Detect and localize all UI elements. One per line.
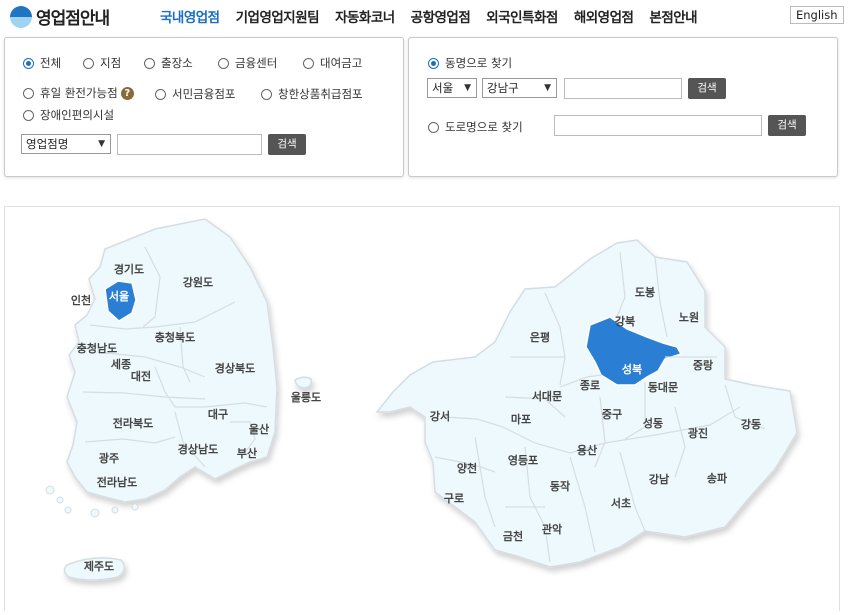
region-label-seoul_map-10[interactable]: 마포 bbox=[511, 412, 531, 426]
region-label-korea_map-4[interactable]: 충청북도 bbox=[155, 330, 195, 344]
region-label-seoul_map-21[interactable]: 동작 bbox=[550, 479, 570, 493]
region-label-seoul_map-8[interactable]: 서대문 bbox=[532, 389, 562, 403]
region-label-seoul_map-14[interactable]: 강동 bbox=[741, 417, 761, 431]
region-label-korea_map-3[interactable]: 서울 bbox=[109, 289, 129, 303]
radio-icon[interactable] bbox=[23, 87, 34, 99]
logo-text: 영업점안내 bbox=[36, 9, 110, 29]
branch-type-panel: 전체 지점 출장소 금융센터 대여금고 휴일 환전가능점 ? 서민금융점포 창한… bbox=[4, 37, 404, 177]
filter-microfinance[interactable]: 서민금융점포 bbox=[155, 86, 235, 102]
filter-holiday-exchange[interactable]: 휴일 환전가능점 ? bbox=[23, 85, 134, 101]
search-by-dong[interactable]: 동명으로 찾기 bbox=[428, 55, 512, 71]
city-select[interactable]: 서울 ▼ bbox=[427, 78, 477, 98]
dong-search-input[interactable] bbox=[564, 78, 682, 99]
ulleung-region[interactable] bbox=[294, 376, 313, 389]
region-label-seoul_map-9[interactable]: 강서 bbox=[430, 409, 450, 423]
logo[interactable]: 영업점안내 bbox=[10, 4, 110, 29]
branch-search-input[interactable] bbox=[117, 134, 262, 155]
region-label-seoul_map-19[interactable]: 강남 bbox=[649, 472, 669, 486]
filter-accessibility[interactable]: 장애인편의시설 bbox=[23, 107, 114, 123]
region-label-korea_map-10[interactable]: 대구 bbox=[208, 407, 228, 421]
map-area: 경기도강원도인천 서울충청북도충청남도세종 대전 경상북도울릉도대구전라북도 울산광주 경… bbox=[4, 206, 840, 611]
filter-branch[interactable]: 지점 bbox=[83, 55, 121, 71]
radio-icon[interactable] bbox=[155, 88, 166, 100]
address-search-panel: 동명으로 찾기 서울 ▼ 강남구 ▼ 검색 도로명으로 찾기 검색 bbox=[408, 37, 838, 177]
radio-icon[interactable] bbox=[428, 57, 439, 69]
dong-search-button[interactable]: 검색 bbox=[688, 78, 726, 99]
chevron-down-icon: ▼ bbox=[98, 139, 105, 149]
region-label-seoul_map-6[interactable]: 종로 bbox=[580, 379, 600, 392]
branch-name-select[interactable]: 영업점명 ▼ bbox=[21, 134, 111, 154]
region-label-seoul_map-0[interactable]: 도봉 bbox=[635, 286, 655, 299]
region-label-seoul_map-2[interactable]: 은평 bbox=[530, 330, 550, 344]
region-label-korea_map-5[interactable]: 충청남도 bbox=[77, 341, 117, 355]
region-label-korea_map-13[interactable]: 광주 bbox=[99, 452, 119, 465]
radio-icon[interactable] bbox=[83, 57, 94, 69]
radio-icon[interactable] bbox=[303, 57, 314, 69]
region-label-korea_map-2[interactable]: 인천 bbox=[71, 293, 91, 307]
region-label-korea_map-6[interactable]: 세종 bbox=[111, 357, 131, 371]
region-label-seoul_map-24[interactable]: 관악 bbox=[542, 522, 562, 536]
region-label-seoul_map-5[interactable]: 중랑 bbox=[693, 359, 713, 372]
header: 영업점안내 국내영업점 기업영업지원팀 자동화코너 공항영업점 외국인특화점 해… bbox=[0, 0, 866, 32]
region-label-seoul_map-12[interactable]: 성동 bbox=[643, 416, 663, 430]
region-label-seoul_map-18[interactable]: 송파 bbox=[707, 471, 728, 485]
search-by-road[interactable]: 도로명으로 찾기 bbox=[428, 119, 523, 135]
region-label-korea_map-15[interactable]: 부산 bbox=[237, 446, 257, 460]
region-label-korea_map-1[interactable]: 강원도 bbox=[183, 275, 213, 289]
region-label-seoul_map-22[interactable]: 서초 bbox=[611, 496, 631, 510]
radio-icon[interactable] bbox=[23, 57, 34, 69]
region-label-seoul_map-23[interactable]: 금천 bbox=[503, 529, 523, 543]
region-label-seoul_map-7[interactable]: 동대문 bbox=[648, 380, 678, 394]
region-label-korea_map-0[interactable]: 경기도 bbox=[114, 262, 144, 276]
radio-icon[interactable] bbox=[144, 57, 155, 69]
nav-atm[interactable]: 자동화코너 bbox=[335, 6, 395, 26]
region-label-korea_map-9[interactable]: 울릉도 bbox=[291, 391, 321, 404]
region-label-seoul_map-13[interactable]: 광진 bbox=[688, 426, 708, 440]
region-label-korea_map-12[interactable]: 울산 bbox=[249, 422, 269, 436]
region-label-seoul_map-4[interactable]: 성북 bbox=[622, 362, 642, 376]
road-search-input[interactable] bbox=[554, 115, 762, 136]
filter-safe-deposit[interactable]: 대여금고 bbox=[303, 55, 362, 71]
branch-search-button[interactable]: 검색 bbox=[268, 134, 306, 155]
region-label-korea_map-14[interactable]: 경상남도 bbox=[178, 442, 218, 456]
road-search-button[interactable]: 검색 bbox=[768, 115, 806, 136]
region-label-seoul_map-15[interactable]: 양천 bbox=[457, 461, 477, 475]
region-label-seoul_map-16[interactable]: 영등포 bbox=[508, 454, 538, 467]
nav-overseas[interactable]: 해외영업점 bbox=[574, 6, 634, 26]
nav-headquarters[interactable]: 본점안내 bbox=[649, 6, 697, 26]
radio-icon[interactable] bbox=[261, 88, 272, 100]
nav-corporate[interactable]: 기업영업지원팀 bbox=[236, 6, 320, 26]
region-label-korea_map-7[interactable]: 대전 bbox=[131, 369, 151, 383]
region-label-seoul_map-1[interactable]: 노원 bbox=[679, 310, 699, 324]
region-label-korea_map-8[interactable]: 경상북도 bbox=[215, 361, 255, 375]
region-label-seoul_map-20[interactable]: 구로 bbox=[444, 492, 464, 505]
english-button[interactable]: English bbox=[790, 6, 844, 24]
help-icon[interactable]: ? bbox=[120, 86, 134, 100]
region-label-seoul_map-17[interactable]: 용산 bbox=[577, 443, 597, 457]
region-label-korea_map-17[interactable]: 제주도 bbox=[84, 559, 114, 573]
nav-domestic[interactable]: 국내영업점 bbox=[160, 6, 220, 26]
korea-map bbox=[63, 218, 313, 581]
region-label-korea_map-16[interactable]: 전라남도 bbox=[97, 475, 137, 489]
radio-icon[interactable] bbox=[218, 57, 229, 69]
region-label-seoul_map-3[interactable]: 강북 bbox=[615, 314, 635, 328]
filter-financial-center[interactable]: 금융센터 bbox=[218, 55, 277, 71]
region-maps: 경기도강원도인천 서울충청북도충청남도세종대전 경상북도울릉도대구전라북도 울산광주 경… bbox=[45, 218, 798, 581]
radio-icon[interactable] bbox=[428, 121, 439, 133]
chevron-down-icon: ▼ bbox=[544, 83, 551, 93]
chevron-down-icon: ▼ bbox=[464, 83, 471, 93]
nav-foreigner[interactable]: 외국인특화점 bbox=[486, 6, 558, 26]
region-label-seoul_map-11[interactable]: 중구 bbox=[602, 408, 622, 421]
filter-outlet[interactable]: 출장소 bbox=[144, 55, 193, 71]
main-nav: 국내영업점 기업영업지원팀 자동화코너 공항영업점 외국인특화점 해외영업점 본… bbox=[160, 6, 713, 26]
filter-all[interactable]: 전체 bbox=[23, 55, 61, 71]
filter-special-products[interactable]: 창한상품취급점포 bbox=[261, 86, 363, 102]
radio-icon[interactable] bbox=[23, 109, 34, 121]
region-label-korea_map-11[interactable]: 전라북도 bbox=[113, 416, 153, 430]
logo-icon bbox=[10, 5, 32, 28]
nav-airport[interactable]: 공항영업점 bbox=[411, 6, 471, 26]
district-select[interactable]: 강남구 ▼ bbox=[482, 78, 557, 98]
